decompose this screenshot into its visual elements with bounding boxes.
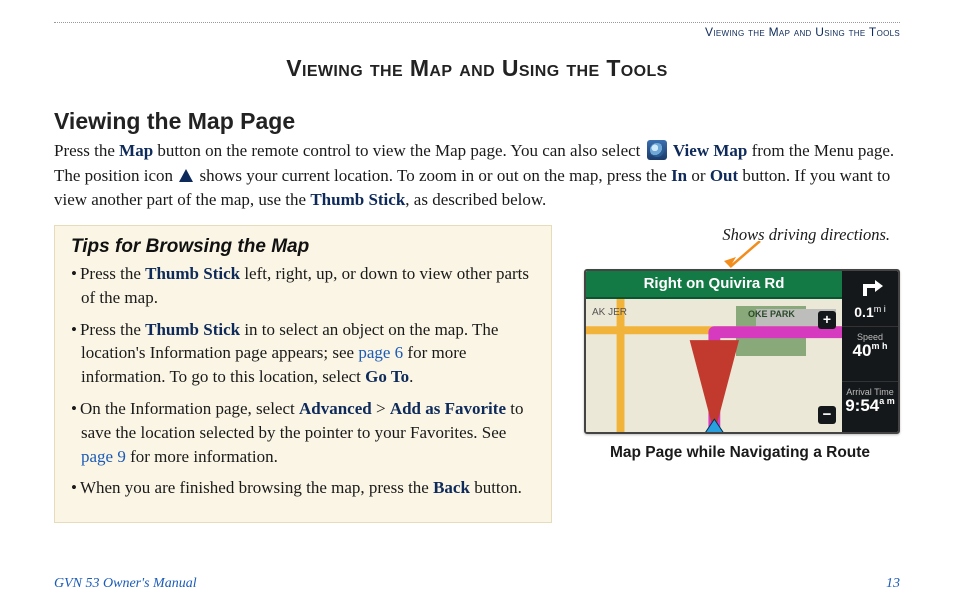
direction-banner: Right on Quivira Rd	[586, 271, 842, 299]
bullet-icon: •	[71, 320, 80, 339]
turn-right-icon	[853, 274, 887, 300]
manual-page: Viewing the Map and Using the Tools View…	[0, 0, 954, 608]
leader-line-icon	[720, 241, 780, 271]
keyword-thumb-stick: Thumb Stick	[145, 264, 240, 283]
arrival-panel: Arrival Time 9:54a m	[842, 381, 898, 434]
tips-title: Tips for Browsing the Map	[71, 236, 535, 258]
turn-indicator: 0.1m i	[842, 271, 898, 326]
keyword-in: In	[671, 166, 687, 185]
map-label: AK JER	[592, 307, 627, 318]
speed-panel: Speed 40m h	[842, 326, 898, 381]
text: button on the remote control to view the…	[153, 141, 644, 160]
section-title: Viewing the Map Page	[54, 108, 900, 135]
text: , as described below.	[405, 190, 546, 209]
speed-label: Speed	[842, 327, 898, 342]
keyword-thumb-stick: Thumb Stick	[310, 190, 405, 209]
text: Press the	[54, 141, 119, 160]
zoom-out-button[interactable]: −	[818, 406, 836, 424]
text: Press the	[80, 320, 145, 339]
tip-item: •When you are finished browsing the map,…	[81, 476, 535, 500]
tip-item: •On the Information page, select Advance…	[81, 397, 535, 468]
turn-distance: 0.1m i	[842, 305, 898, 319]
position-icon	[179, 169, 193, 182]
speed-value: 40m h	[842, 342, 898, 361]
text: shows your current location. To zoom in …	[195, 166, 671, 185]
keyword-out: Out	[710, 166, 738, 185]
keyword-view-map: View Map	[673, 141, 747, 160]
page-link[interactable]: page 6	[358, 343, 403, 362]
keyword-go-to: Go To	[365, 367, 409, 386]
running-head: Viewing the Map and Using the Tools	[54, 25, 900, 39]
zoom-in-button[interactable]: +	[818, 311, 836, 329]
arrival-label: Arrival Time	[842, 382, 898, 397]
arrival-value: 9:54a m	[842, 397, 898, 416]
two-column-layout: Tips for Browsing the Map •Press the Thu…	[54, 225, 900, 523]
map-label: OKE PARK	[748, 309, 795, 319]
keyword-back: Back	[433, 478, 470, 497]
text: .	[409, 367, 413, 386]
text: or	[687, 166, 710, 185]
tip-item: •Press the Thumb Stick left, right, up, …	[81, 262, 535, 310]
figure-column: Shows driving directions.	[580, 225, 900, 462]
gps-screenshot: AK JER OKE PARK Right on Quivira Rd 0.1m…	[584, 269, 900, 434]
bullet-icon: •	[71, 399, 80, 418]
globe-icon	[647, 140, 667, 160]
text: Press the	[80, 264, 145, 283]
bullet-icon: •	[71, 478, 80, 497]
page-footer: GVN 53 Owner's Manual 13	[54, 576, 900, 592]
footer-manual-title: GVN 53 Owner's Manual	[54, 576, 197, 592]
keyword-map: Map	[119, 141, 153, 160]
text: for more information.	[126, 447, 278, 466]
text: >	[372, 399, 390, 418]
top-rule	[54, 22, 900, 23]
chapter-title: Viewing the Map and Using the Tools	[54, 55, 900, 82]
text: On the Information page, select	[80, 399, 299, 418]
keyword-advanced: Advanced	[299, 399, 372, 418]
text: button.	[470, 478, 522, 497]
callout-leader	[580, 247, 900, 269]
tips-box: Tips for Browsing the Map •Press the Thu…	[54, 225, 552, 523]
keyword-thumb-stick: Thumb Stick	[145, 320, 240, 339]
footer-page-number: 13	[886, 576, 900, 592]
page-link[interactable]: page 9	[81, 447, 126, 466]
keyword-add-as-favorite: Add as Favorite	[390, 399, 506, 418]
intro-paragraph: Press the Map button on the remote contr…	[54, 139, 900, 213]
figure-caption: Map Page while Navigating a Route	[580, 444, 900, 462]
text: When you are finished browsing the map, …	[80, 478, 433, 497]
bullet-icon: •	[71, 264, 80, 283]
tip-item: •Press the Thumb Stick in to select an o…	[81, 318, 535, 389]
